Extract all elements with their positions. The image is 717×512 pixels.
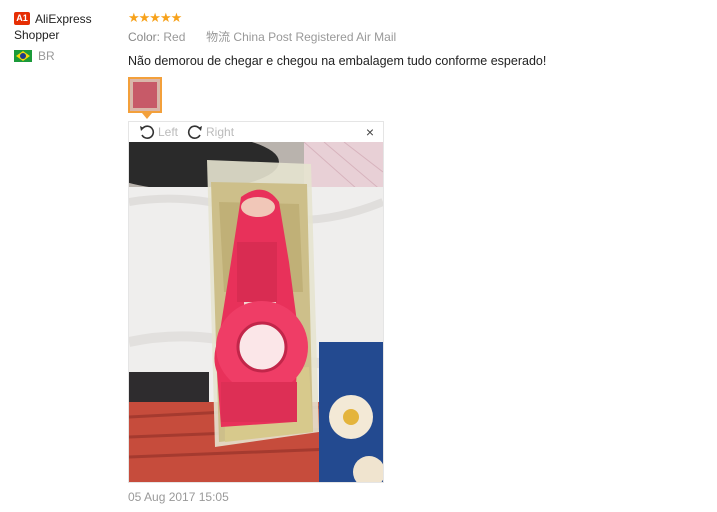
star-rating: ★★★★★ bbox=[128, 10, 182, 25]
close-viewer-button[interactable]: × bbox=[366, 124, 374, 140]
review-body: ★★★★★ Color: Red 物流 China Post Registere… bbox=[128, 10, 708, 70]
reviewer-info: A1 AliExpress Shopper BR bbox=[14, 11, 119, 63]
country-code: BR bbox=[38, 49, 55, 63]
viewer-toolbar: Left Right × bbox=[129, 122, 383, 142]
rotate-left-icon bbox=[140, 125, 155, 139]
review-photo-thumbnail[interactable] bbox=[128, 77, 162, 113]
thumbnail-pointer-icon bbox=[142, 113, 152, 119]
shipping-prefix: 物流 bbox=[206, 30, 231, 44]
review-photo: h bbox=[129, 142, 383, 482]
photo-viewer: Left Right × h bbox=[128, 121, 384, 483]
color-label: Color: bbox=[128, 30, 161, 44]
shipping-method: China Post Registered Air Mail bbox=[233, 30, 397, 44]
review-date: 05 Aug 2017 15:05 bbox=[128, 490, 229, 504]
brazil-flag-icon bbox=[14, 50, 32, 62]
color-value: Red bbox=[163, 30, 186, 44]
reviewer-name: AliExpress bbox=[35, 12, 92, 26]
rotate-right-button[interactable]: Right bbox=[186, 124, 234, 140]
reviewer-country: BR bbox=[14, 49, 119, 63]
buyer-level-badge: A1 bbox=[14, 12, 30, 25]
rotate-right-icon bbox=[187, 125, 203, 139]
rotate-left-label: Left bbox=[158, 125, 179, 139]
rotate-right-label: Right bbox=[206, 125, 235, 139]
review-comment: Não demorou de chegar e chegou na embala… bbox=[128, 54, 547, 68]
order-info: Color: Red 物流 China Post Registered Air … bbox=[128, 29, 708, 45]
rotate-left-button[interactable]: Left bbox=[138, 124, 178, 140]
reviewer-name-line2: Shopper bbox=[14, 28, 60, 42]
